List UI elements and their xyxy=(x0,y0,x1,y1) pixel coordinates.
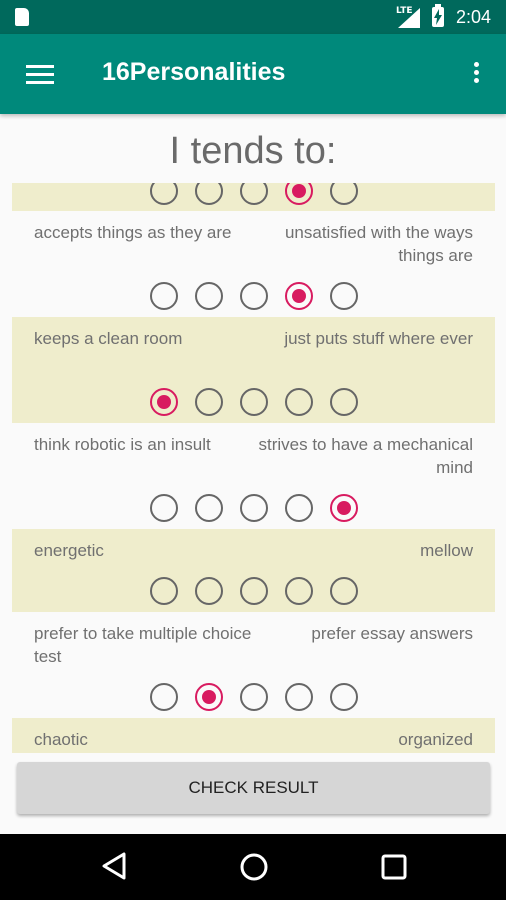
radio-option-1[interactable] xyxy=(150,183,178,205)
radio-option-4[interactable] xyxy=(285,494,313,522)
right-statement: just puts stuff where ever xyxy=(284,329,473,348)
radio-option-1[interactable] xyxy=(150,282,178,310)
radio-option-4[interactable] xyxy=(285,183,313,205)
radio-option-3[interactable] xyxy=(240,577,268,605)
radio-group xyxy=(150,183,370,207)
question-row: prefer to take multiple choice test pref… xyxy=(12,612,495,718)
radio-option-2[interactable] xyxy=(195,683,223,711)
radio-group xyxy=(150,282,370,312)
radio-option-5[interactable] xyxy=(330,683,358,711)
navigation-bar xyxy=(0,834,506,900)
left-statement: accepts things as they are xyxy=(34,223,232,242)
radio-option-2[interactable] xyxy=(195,282,223,310)
radio-option-1[interactable] xyxy=(150,683,178,711)
radio-option-3[interactable] xyxy=(240,683,268,711)
radio-option-4[interactable] xyxy=(285,388,313,416)
question-row xyxy=(12,183,495,211)
app-bar: 16Personalities xyxy=(0,34,506,114)
app-title: 16Personalities xyxy=(102,58,286,86)
radio-option-5[interactable] xyxy=(330,183,358,205)
menu-icon[interactable] xyxy=(26,65,54,85)
sd-card-icon xyxy=(15,8,29,26)
radio-option-2[interactable] xyxy=(195,494,223,522)
radio-option-5[interactable] xyxy=(330,388,358,416)
radio-option-4[interactable] xyxy=(285,683,313,711)
left-statement: energetic xyxy=(34,541,104,560)
right-statement: strives to have a mechanical mind xyxy=(258,435,474,477)
question-row: keeps a clean room just puts stuff where… xyxy=(12,317,495,423)
radio-option-1[interactable] xyxy=(150,494,178,522)
radio-option-2[interactable] xyxy=(195,388,223,416)
radio-option-3[interactable] xyxy=(240,183,268,205)
radio-option-4[interactable] xyxy=(285,577,313,605)
radio-group xyxy=(150,577,370,607)
radio-option-5[interactable] xyxy=(330,282,358,310)
radio-group xyxy=(150,683,370,713)
radio-option-3[interactable] xyxy=(240,282,268,310)
recents-icon[interactable] xyxy=(381,854,407,880)
radio-option-2[interactable] xyxy=(195,577,223,605)
right-statement: prefer essay answers xyxy=(311,624,473,643)
check-result-button[interactable]: CHECK RESULT xyxy=(17,762,490,814)
radio-option-3[interactable] xyxy=(240,494,268,522)
radio-option-3[interactable] xyxy=(240,388,268,416)
radio-option-5[interactable] xyxy=(330,494,358,522)
left-statement: keeps a clean room xyxy=(34,329,183,348)
radio-option-4[interactable] xyxy=(285,282,313,310)
left-statement: chaotic xyxy=(34,730,88,749)
question-list[interactable]: accepts things as they are unsatisfied w… xyxy=(12,183,495,753)
question-row: chaotic organized xyxy=(12,718,495,753)
right-statement: organized xyxy=(398,730,473,749)
right-statement: unsatisfied with the ways things are xyxy=(284,223,473,265)
radio-option-5[interactable] xyxy=(330,577,358,605)
radio-group xyxy=(150,494,370,524)
question-row: think robotic is an insult strives to ha… xyxy=(12,423,495,529)
right-statement: mellow xyxy=(420,541,473,560)
question-row: energetic mellow xyxy=(12,529,495,612)
home-icon[interactable] xyxy=(239,852,269,882)
signal-icon xyxy=(398,8,420,28)
page-heading: I tends to: xyxy=(169,130,337,172)
status-bar: LTE 2:04 xyxy=(0,0,506,34)
more-options-icon[interactable] xyxy=(466,62,486,90)
question-row: accepts things as they are unsatisfied w… xyxy=(12,211,495,317)
left-statement: think robotic is an insult xyxy=(34,435,211,454)
radio-option-1[interactable] xyxy=(150,577,178,605)
radio-group xyxy=(150,388,370,418)
battery-icon xyxy=(432,4,444,27)
radio-option-1[interactable] xyxy=(150,388,178,416)
status-time: 2:04 xyxy=(456,7,492,27)
radio-option-2[interactable] xyxy=(195,183,223,205)
left-statement: prefer to take multiple choice test xyxy=(34,624,252,666)
back-icon[interactable] xyxy=(101,852,127,880)
